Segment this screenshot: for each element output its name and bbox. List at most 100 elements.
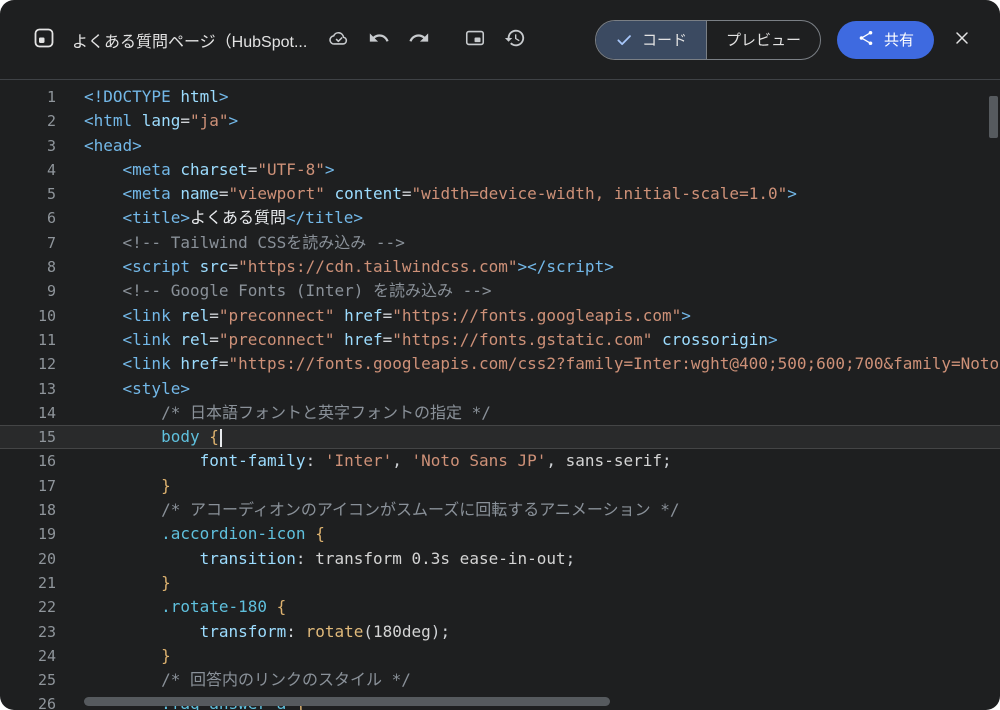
line-content: <link href="https://fonts.googleapis.com… (56, 352, 1000, 376)
code-line[interactable]: 8 <script src="https://cdn.tailwindcss.c… (0, 255, 1000, 279)
toolbar: よくある質問ページ（HubSpot... (0, 0, 1000, 80)
code-line[interactable]: 12 <link href="https://fonts.googleapis.… (0, 352, 1000, 376)
code-line[interactable]: 7 <!-- Tailwind CSSを読み込み --> (0, 231, 1000, 255)
code-line[interactable]: 9 <!-- Google Fonts (Inter) を読み込み --> (0, 279, 1000, 303)
line-number: 12 (0, 352, 56, 376)
open-preview-window-button[interactable] (455, 20, 495, 60)
line-content: .accordion-icon { (56, 522, 1000, 546)
redo-icon (408, 27, 430, 52)
code-editor[interactable]: 1<!DOCTYPE html>2<html lang="ja">3<head>… (0, 80, 1000, 710)
line-content: body { (56, 425, 1000, 449)
undo-button[interactable] (359, 20, 399, 60)
share-icon (857, 29, 875, 51)
tab-preview-label: プレビュー (726, 29, 801, 50)
line-number: 6 (0, 206, 56, 230)
redo-button[interactable] (399, 20, 439, 60)
line-number: 15 (0, 425, 56, 449)
line-number: 19 (0, 522, 56, 546)
line-content: <head> (56, 134, 1000, 158)
code-line[interactable]: 20 transition: transform 0.3s ease-in-ou… (0, 547, 1000, 571)
line-content: } (56, 474, 1000, 498)
share-label: 共有 (884, 29, 914, 50)
cloud-save-icon (328, 27, 350, 52)
code-line[interactable]: 24 } (0, 644, 1000, 668)
line-number: 17 (0, 474, 56, 498)
line-number: 16 (0, 449, 56, 473)
line-content: <title>よくある質問</title> (56, 206, 1000, 230)
line-number: 9 (0, 279, 56, 303)
close-icon (952, 28, 972, 51)
check-icon (615, 31, 633, 49)
undo-icon (368, 27, 390, 52)
line-number: 3 (0, 134, 56, 158)
cloud-save-button[interactable] (319, 20, 359, 60)
tab-preview[interactable]: プレビュー (706, 21, 820, 59)
vertical-scrollbar[interactable] (989, 96, 998, 138)
line-content: .rotate-180 { (56, 595, 1000, 619)
line-content: <!-- Tailwind CSSを読み込み --> (56, 231, 1000, 255)
tab-code[interactable]: コード (596, 21, 706, 59)
line-content: <script src="https://cdn.tailwindcss.com… (56, 255, 1000, 279)
code-line[interactable]: 16 font-family: 'Inter', 'Noto Sans JP',… (0, 449, 1000, 473)
line-number: 24 (0, 644, 56, 668)
tab-code-label: コード (642, 29, 687, 50)
canvas-icon-button[interactable] (24, 20, 64, 60)
document-title: よくある質問ページ（HubSpot... (72, 28, 307, 52)
share-button[interactable]: 共有 (837, 21, 934, 59)
history-button[interactable] (495, 20, 535, 60)
line-number: 26 (0, 692, 56, 710)
close-button[interactable] (944, 22, 980, 58)
line-number: 22 (0, 595, 56, 619)
line-content: /* 回答内のリンクのスタイル */ (56, 668, 1000, 692)
code-line[interactable]: 11 <link rel="preconnect" href="https://… (0, 328, 1000, 352)
code-line[interactable]: 17 } (0, 474, 1000, 498)
code-line[interactable]: 25 /* 回答内のリンクのスタイル */ (0, 668, 1000, 692)
line-content: <html lang="ja"> (56, 109, 1000, 133)
code-line[interactable]: 15 body { (0, 425, 1000, 449)
text-cursor (220, 429, 222, 447)
line-content: /* アコーディオンのアイコンがスムーズに回転するアニメーション */ (56, 498, 1000, 522)
line-content: /* 日本語フォントと英字フォントの指定 */ (56, 401, 1000, 425)
canvas-icon (32, 26, 56, 53)
horizontal-scrollbar[interactable] (84, 697, 610, 706)
line-number: 8 (0, 255, 56, 279)
line-content: <meta charset="UTF-8"> (56, 158, 1000, 182)
line-number: 18 (0, 498, 56, 522)
code-line[interactable]: 19 .accordion-icon { (0, 522, 1000, 546)
line-number: 1 (0, 85, 56, 109)
line-number: 23 (0, 620, 56, 644)
code-line[interactable]: 2<html lang="ja"> (0, 109, 1000, 133)
line-content: } (56, 644, 1000, 668)
line-number: 13 (0, 377, 56, 401)
canvas-window: よくある質問ページ（HubSpot... (0, 0, 1000, 710)
code-line[interactable]: 3<head> (0, 134, 1000, 158)
code-line[interactable]: 18 /* アコーディオンのアイコンがスムーズに回転するアニメーション */ (0, 498, 1000, 522)
line-number: 14 (0, 401, 56, 425)
line-number: 7 (0, 231, 56, 255)
code-line[interactable]: 10 <link rel="preconnect" href="https://… (0, 304, 1000, 328)
line-number: 11 (0, 328, 56, 352)
code-lines: 1<!DOCTYPE html>2<html lang="ja">3<head>… (0, 85, 1000, 710)
line-number: 10 (0, 304, 56, 328)
line-number: 2 (0, 109, 56, 133)
line-content: <!-- Google Fonts (Inter) を読み込み --> (56, 279, 1000, 303)
code-line[interactable]: 6 <title>よくある質問</title> (0, 206, 1000, 230)
line-number: 5 (0, 182, 56, 206)
code-line[interactable]: 23 transform: rotate(180deg); (0, 620, 1000, 644)
code-line[interactable]: 14 /* 日本語フォントと英字フォントの指定 */ (0, 401, 1000, 425)
code-line[interactable]: 13 <style> (0, 377, 1000, 401)
line-content: <!DOCTYPE html> (56, 85, 1000, 109)
line-number: 25 (0, 668, 56, 692)
line-content: transition: transform 0.3s ease-in-out; (56, 547, 1000, 571)
code-line[interactable]: 4 <meta charset="UTF-8"> (0, 158, 1000, 182)
code-line[interactable]: 5 <meta name="viewport" content="width=d… (0, 182, 1000, 206)
code-line[interactable]: 22 .rotate-180 { (0, 595, 1000, 619)
line-content: <style> (56, 377, 1000, 401)
code-line[interactable]: 21 } (0, 571, 1000, 595)
line-content: font-family: 'Inter', 'Noto Sans JP', sa… (56, 449, 1000, 473)
line-number: 20 (0, 547, 56, 571)
view-toggle: コード プレビュー (595, 20, 821, 60)
history-icon (504, 27, 526, 52)
line-content: <link rel="preconnect" href="https://fon… (56, 328, 1000, 352)
code-line[interactable]: 1<!DOCTYPE html> (0, 85, 1000, 109)
